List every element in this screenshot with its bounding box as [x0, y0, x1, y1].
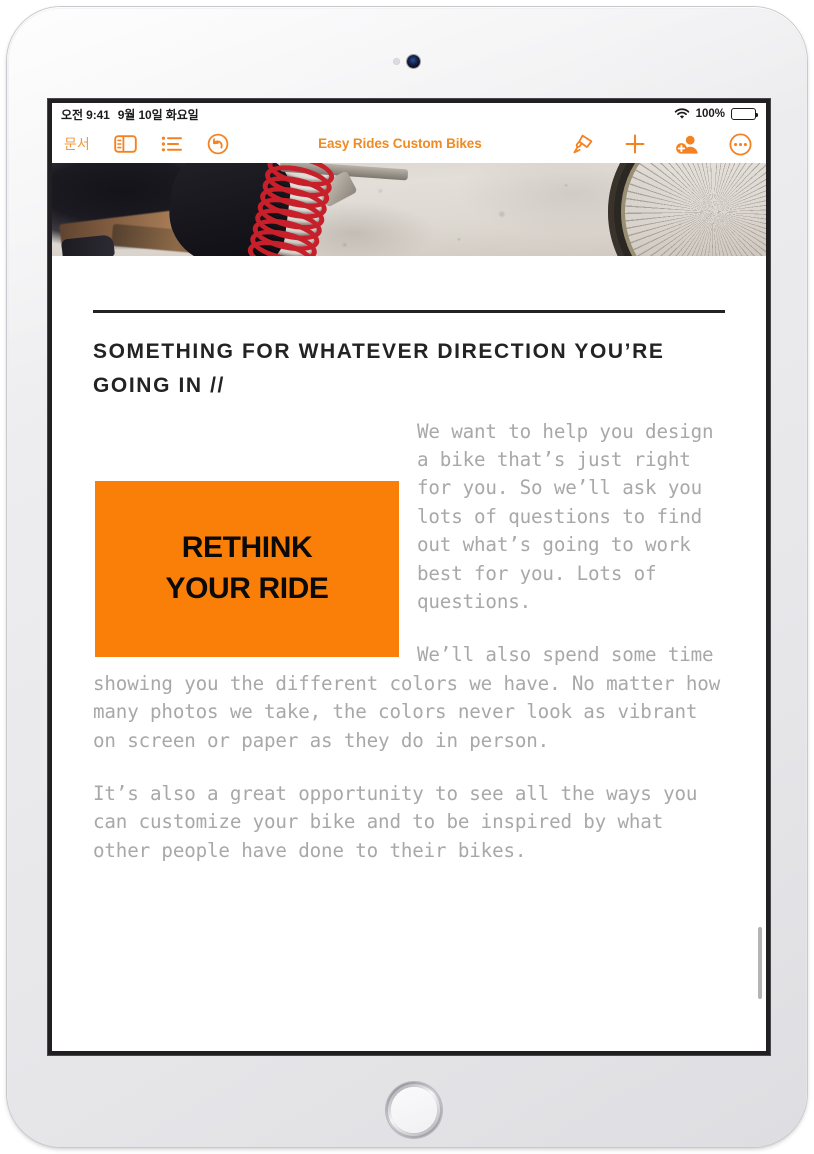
battery-full-icon — [731, 108, 759, 120]
status-time: 오전 9:41 — [61, 107, 110, 122]
callout-box[interactable]: RETHINK YOUR RIDE — [95, 480, 399, 657]
wifi-icon — [674, 108, 690, 120]
battery-percent-label: 100% — [695, 108, 725, 120]
ambient-light-sensor — [393, 58, 400, 65]
status-bar-right: 100% — [674, 108, 759, 120]
callout-line-2: YOUR RIDE — [165, 571, 329, 605]
document-title[interactable]: Easy Rides Custom Bikes — [318, 136, 482, 151]
plus-icon[interactable] — [623, 132, 647, 156]
body-paragraph-2[interactable]: We’ll also spend some time showing you t… — [93, 641, 725, 755]
document-scroll-area[interactable]: SOMETHING FOR WHATEVER DIRECTION YOU’RE … — [52, 163, 766, 1051]
list-bullet-icon[interactable] — [161, 135, 183, 153]
toolbar-left-group: 문서 — [64, 133, 229, 155]
vertical-scrollbar[interactable] — [758, 927, 762, 999]
document-body[interactable]: RETHINK YOUR RIDE We want to help you de… — [93, 418, 725, 866]
add-person-icon[interactable] — [675, 133, 701, 156]
front-camera — [407, 55, 420, 68]
photo-bicycle-wheel — [608, 163, 766, 256]
status-bar-left: 오전 9:41 9월 10일 화요일 — [61, 106, 199, 123]
page-title[interactable]: SOMETHING FOR WHATEVER DIRECTION YOU’RE … — [93, 335, 725, 403]
undo-arrow-icon[interactable] — [207, 133, 229, 155]
home-button[interactable] — [388, 1084, 440, 1136]
body-paragraph-3[interactable]: It’s also a great opportunity to see all… — [93, 780, 725, 865]
status-date: 9월 10일 화요일 — [117, 107, 199, 122]
toolbar-right-group — [571, 132, 752, 156]
ipad-screen: 오전 9:41 9월 10일 화요일 100% 문서 Easy Rides Cu… — [52, 103, 766, 1051]
sidebar-layout-icon[interactable] — [114, 134, 137, 154]
paintbrush-icon[interactable] — [571, 132, 595, 156]
app-toolbar: 문서 Easy Rides Custom Bikes — [52, 125, 766, 163]
photo-red-cable-lock — [237, 163, 362, 256]
documents-button[interactable]: 문서 — [64, 134, 90, 154]
status-bar: 오전 9:41 9월 10일 화요일 100% — [52, 103, 766, 125]
hero-photo[interactable] — [52, 163, 766, 256]
document-title-container: Easy Rides Custom Bikes — [229, 135, 571, 153]
heading-divider-rule — [93, 310, 725, 313]
document-page: SOMETHING FOR WHATEVER DIRECTION YOU’RE … — [52, 310, 766, 865]
ellipsis-circle-icon[interactable] — [729, 132, 752, 156]
callout-line-1: RETHINK — [181, 530, 313, 564]
